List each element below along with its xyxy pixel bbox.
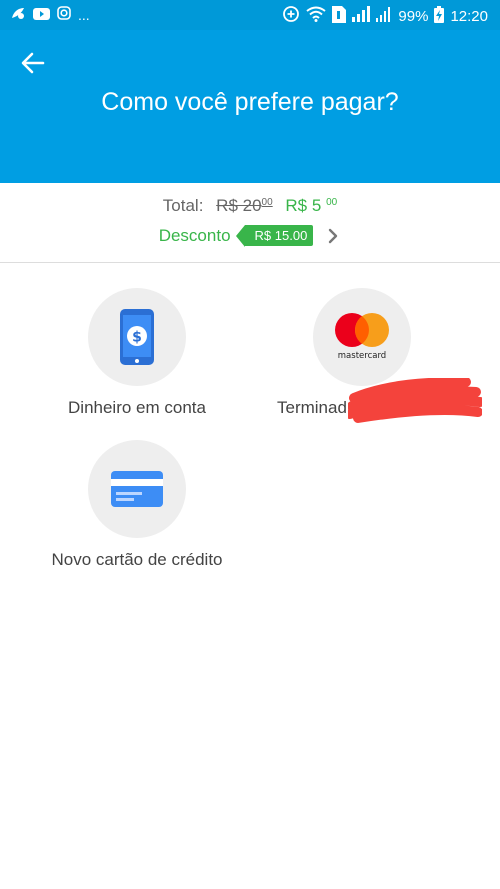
total-label: Total:: [162, 196, 204, 215]
saved-card-circle: mastercard: [313, 288, 411, 386]
data-saver-icon: [282, 5, 300, 27]
discount-label: Desconto: [158, 225, 231, 245]
new-card-circle: [88, 440, 186, 538]
battery-percent: 99%: [398, 7, 429, 25]
status-more: ...: [78, 6, 90, 23]
original-price: R$ 2000: [216, 196, 273, 215]
mastercard-brand-text: mastercard: [338, 351, 386, 361]
arrow-left-icon: [21, 52, 45, 74]
status-bar-right: 99% 12:20: [282, 5, 488, 27]
clock: 12:20: [450, 7, 488, 25]
feather-icon: [10, 6, 26, 23]
price-summary: Total: R$ 2000 R$ 5 00 Desconto R$ 15.00: [0, 183, 500, 263]
discount-badge: R$ 15.00: [235, 225, 314, 247]
final-price: R$ 5 00: [285, 196, 337, 215]
option-account-money[interactable]: $ Dinheiro em conta: [37, 288, 237, 418]
instagram-icon: [57, 6, 71, 23]
sim-icon: [332, 5, 347, 27]
redaction-scribble: [348, 378, 482, 423]
status-bar-left: ...: [10, 6, 90, 23]
account-money-label: Dinheiro em conta: [68, 398, 206, 417]
final-price-main: R$ 5: [285, 196, 322, 215]
new-credit-card-label: Novo cartão de crédito: [51, 550, 223, 569]
final-price-cents: 00: [326, 197, 338, 208]
signal-2-icon: [376, 6, 392, 26]
back-button[interactable]: [20, 50, 50, 76]
original-price-main: R$ 20: [216, 196, 262, 215]
status-bar: ... 99% 12:20: [0, 0, 500, 30]
discount-row[interactable]: Desconto R$ 15.00: [0, 225, 500, 247]
option-new-credit-card[interactable]: Novo cartão de crédito: [37, 440, 237, 570]
mastercard-logo-icon: mastercard: [335, 313, 389, 361]
youtube-icon: [33, 7, 50, 23]
credit-card-icon: [111, 471, 163, 507]
battery-charging-icon: [434, 5, 445, 27]
wifi-icon: [306, 6, 327, 26]
svg-text:$: $: [132, 330, 142, 346]
total-row: Total: R$ 2000 R$ 5 00: [0, 196, 500, 216]
page-title: Como você prefere pagar?: [101, 88, 399, 116]
account-money-circle: $: [88, 288, 186, 386]
signal-icon: [352, 6, 371, 26]
chevron-right-icon[interactable]: [325, 228, 341, 244]
original-price-cents: 00: [261, 197, 273, 208]
app-header: Como você prefere pagar?: [0, 30, 500, 183]
phone-money-icon: $: [120, 309, 154, 365]
